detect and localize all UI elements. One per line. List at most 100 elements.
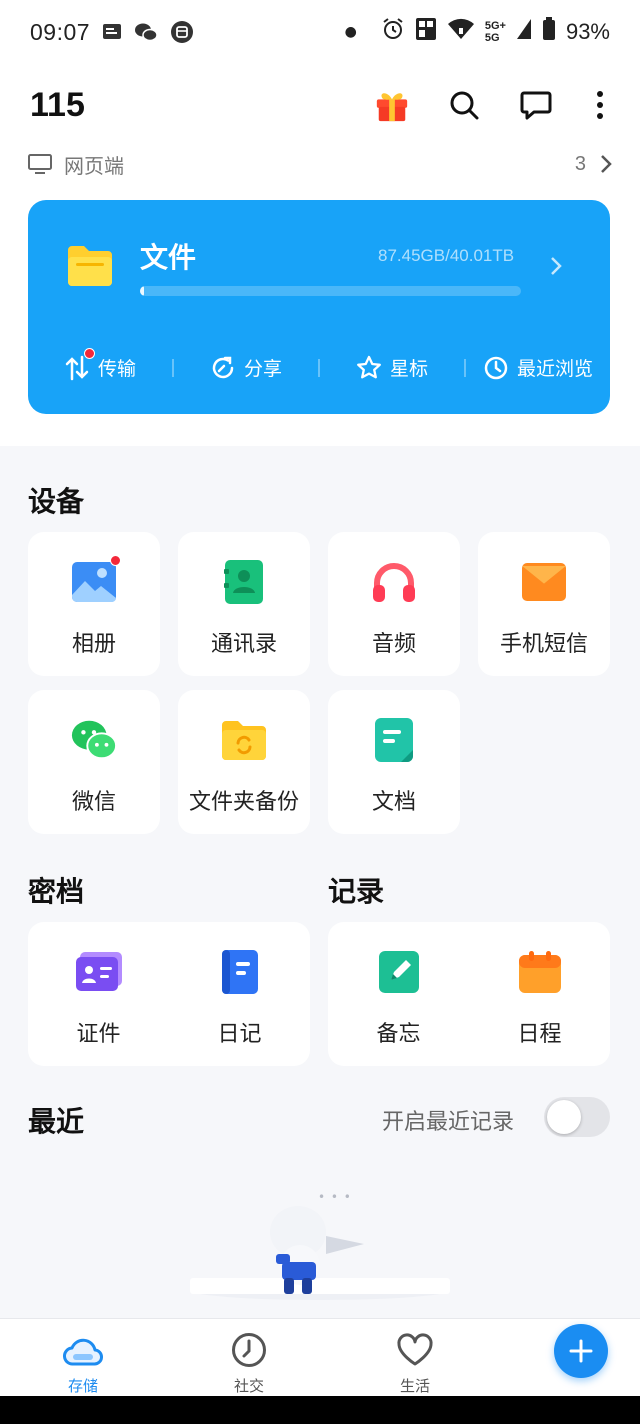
alarm-icon xyxy=(381,17,405,47)
tile-photos[interactable]: 相册 xyxy=(28,532,160,676)
tile-sms[interactable]: 手机短信 xyxy=(478,532,610,676)
star-icon xyxy=(357,355,381,378)
add-button[interactable] xyxy=(554,1324,608,1378)
status-time: 09:07 xyxy=(30,18,91,45)
storage-usage: 87.45GB/40.01TB xyxy=(378,246,515,265)
vault-item-id-card[interactable]: 证件 xyxy=(28,922,169,1066)
tile-label: 微信 xyxy=(71,790,116,815)
tile-wechat[interactable]: 微信 xyxy=(28,690,160,834)
quick-actions: 传输 分享 星标 最近浏览 xyxy=(28,348,610,381)
section-title-records: 记录 xyxy=(328,875,385,908)
wifi-icon xyxy=(447,18,475,46)
nav-life[interactable]: 生活 xyxy=(332,1319,498,1396)
app-notification-icon xyxy=(170,20,194,44)
document-icon xyxy=(370,716,418,764)
network-type: 5G+ 5G xyxy=(485,20,506,44)
vault-item-label: 日记 xyxy=(217,1022,262,1047)
nav-social[interactable]: 社交 xyxy=(166,1319,332,1396)
tile-label: 通讯录 xyxy=(210,632,277,657)
messages-button[interactable] xyxy=(518,87,554,123)
page-title: 115 xyxy=(30,85,85,124)
section-title-recent: 最近 xyxy=(28,1105,85,1138)
search-button[interactable] xyxy=(446,87,482,123)
tile-label: 文档 xyxy=(371,790,416,815)
signal-icon xyxy=(516,18,532,46)
network-bottom-label: 5G xyxy=(484,32,500,44)
web-client-label: 网页端 xyxy=(64,153,124,178)
clock-icon xyxy=(231,1331,267,1369)
toggle-knob xyxy=(547,1100,581,1134)
nav-label: 社交 xyxy=(233,1377,264,1395)
photo-album-icon xyxy=(70,555,121,606)
cloud-storage-icon xyxy=(63,1331,103,1369)
gift-button[interactable] xyxy=(374,87,410,123)
tile-documents[interactable]: 文档 xyxy=(328,690,460,834)
monitor-icon xyxy=(28,154,52,174)
files-card[interactable]: 文件 87.45GB/40.01TB 传输 分享 星标 最近浏览 xyxy=(28,200,610,414)
diary-icon xyxy=(216,948,264,996)
storage-progress-bar xyxy=(140,286,521,296)
empty-illustration: • • • xyxy=(180,1180,460,1310)
records-item-label: 备忘 xyxy=(376,1022,421,1047)
chat-bubble-icon xyxy=(520,91,552,120)
vault-item-label: 证件 xyxy=(76,1022,121,1047)
more-button[interactable] xyxy=(590,87,610,123)
wechat-icon xyxy=(70,716,118,764)
quick-action-starred[interactable]: 星标 xyxy=(320,354,464,381)
tile-label: 手机短信 xyxy=(499,632,588,657)
bottom-navigation: 存储 社交 生活 xyxy=(0,1318,640,1396)
quick-action-label: 分享 xyxy=(243,358,282,380)
plus-icon xyxy=(569,1339,593,1363)
search-icon xyxy=(450,91,479,120)
quick-action-transfer[interactable]: 传输 xyxy=(28,348,172,381)
wechat-notification-icon xyxy=(134,22,158,42)
nav-label: 存储 xyxy=(67,1377,98,1395)
app-header: 115 xyxy=(0,76,640,134)
nav-label: 生活 xyxy=(399,1377,430,1395)
recent-toggle-switch[interactable] xyxy=(544,1097,610,1137)
quick-action-share[interactable]: 分享 xyxy=(174,354,318,381)
quick-action-label: 传输 xyxy=(97,358,136,380)
tile-label: 文件夹备份 xyxy=(188,790,299,815)
files-title: 文件 xyxy=(140,241,197,274)
tile-contacts[interactable]: 通讯录 xyxy=(178,532,310,676)
share-icon xyxy=(212,356,234,378)
records-item-calendar[interactable]: 日程 xyxy=(469,922,610,1066)
tile-folder-backup[interactable]: 文件夹备份 xyxy=(178,690,310,834)
calendar-icon xyxy=(516,948,564,996)
chevron-right-icon xyxy=(601,155,612,173)
sms-envelope-icon xyxy=(520,558,568,606)
web-client-row[interactable]: 网页端 3 xyxy=(28,146,612,182)
recent-toggle-label: 开启最近记录 xyxy=(382,1110,515,1135)
status-bar: 09:07 ● 5G+ 5G 93% xyxy=(0,0,640,64)
loading-dots: • • • xyxy=(318,1190,352,1204)
battery-icon xyxy=(542,17,556,47)
more-vertical-icon xyxy=(597,91,603,119)
folder-backup-icon xyxy=(220,716,268,764)
contacts-icon xyxy=(220,558,268,606)
section-title-devices: 设备 xyxy=(28,485,85,518)
history-icon xyxy=(484,356,508,379)
records-item-label: 日程 xyxy=(517,1022,562,1047)
tile-label: 相册 xyxy=(71,632,116,657)
transfer-badge xyxy=(84,348,95,359)
web-client-count: 3 xyxy=(574,152,586,175)
section-title-vault: 密档 xyxy=(28,875,85,908)
network-top-label: 5G+ xyxy=(484,20,506,32)
quick-action-recent-browse[interactable]: 最近浏览 xyxy=(466,354,610,381)
battery-level: 93% xyxy=(565,19,610,44)
vault-item-diary[interactable]: 日记 xyxy=(169,922,310,1066)
photos-badge xyxy=(110,555,121,566)
gift-icon xyxy=(376,93,408,122)
folder-icon xyxy=(68,246,112,286)
id-card-icon xyxy=(75,948,123,996)
vibrate-icon xyxy=(415,17,437,47)
chevron-right-icon xyxy=(551,257,562,275)
records-panel: 备忘 日程 xyxy=(328,922,610,1066)
tile-audio[interactable]: 音频 xyxy=(328,532,460,676)
quick-action-label: 星标 xyxy=(389,358,428,380)
storage-progress-fill xyxy=(140,286,144,296)
records-item-memo[interactable]: 备忘 xyxy=(328,922,469,1066)
nav-storage[interactable]: 存储 xyxy=(0,1319,166,1396)
system-navigation-bar xyxy=(0,1396,640,1424)
